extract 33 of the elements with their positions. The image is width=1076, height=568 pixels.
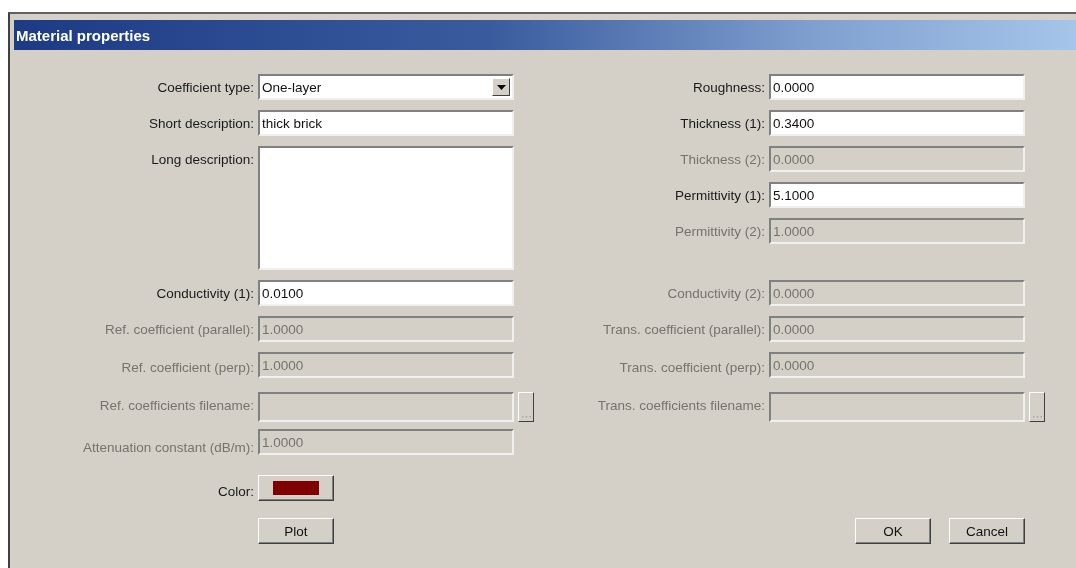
field-label: Ref. coefficients filename: — [99, 398, 254, 413]
text-area[interactable] — [258, 146, 514, 270]
field-label: Thickness (2): — [680, 151, 765, 167]
field-label: Ref. coefficient (parallel): — [104, 321, 254, 337]
ok-button[interactable]: OK — [855, 518, 931, 544]
input-field[interactable]: thick brick — [258, 110, 514, 136]
field-label: Color: — [218, 484, 254, 499]
field-label: Trans. coefficient (parallel): — [602, 321, 765, 337]
field-label: Long description: — [151, 151, 254, 167]
field-label: Attenuation constant (dB/m): — [82, 439, 254, 455]
field-label: Conductivity (2): — [667, 285, 765, 301]
color-button[interactable] — [258, 475, 334, 501]
browse-button[interactable] — [518, 392, 534, 422]
field-label: Ref. coefficient (perp): — [121, 359, 254, 375]
input-field[interactable]: 0.3400 — [769, 110, 1025, 136]
cancel-button[interactable]: Cancel — [949, 518, 1025, 544]
field-label: Permittivity (1): — [675, 187, 765, 203]
dropdown[interactable]: One-layer — [258, 74, 514, 100]
plot-button[interactable]: Plot — [258, 518, 334, 544]
field-label: Thickness (1): — [680, 115, 765, 131]
field-label: Short description: — [148, 115, 254, 131]
field-label: Coefficient type: — [157, 79, 254, 95]
window-title: Material properties — [14, 20, 1076, 50]
input-field[interactable]: 0.0000 — [769, 74, 1025, 100]
field-label: Trans. coefficients filename: — [597, 398, 765, 413]
field-label: Conductivity (1): — [156, 285, 254, 301]
field-label: Trans. coefficient (perp): — [619, 359, 765, 375]
field-label: Roughness: — [692, 79, 765, 95]
input-field[interactable]: 0.0100 — [258, 280, 514, 306]
field-label: Permittivity (2): — [675, 223, 765, 239]
caret-icon — [496, 84, 506, 90]
input-field[interactable]: 5.1000 — [769, 182, 1025, 208]
browse-button[interactable] — [1029, 392, 1045, 422]
